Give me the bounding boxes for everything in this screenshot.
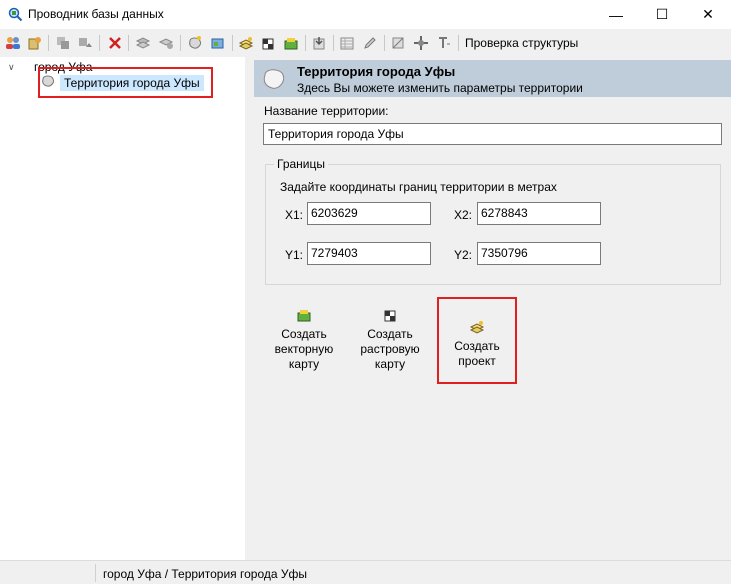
x2-input[interactable]: 6278843 — [477, 202, 601, 225]
highlight-box — [38, 67, 213, 98]
create-vector-map-button[interactable]: Создать векторную карту — [266, 307, 342, 372]
database-tree: ∨ город Уфа Территория города Уфы — [0, 57, 245, 560]
panel-title: Территория города Уфы — [297, 64, 456, 79]
delete-icon[interactable] — [106, 34, 124, 52]
grid-icon[interactable] — [389, 34, 407, 52]
highlight-box-project — [437, 297, 517, 384]
create-raster-map-line1: Создать — [367, 327, 413, 341]
project-icon[interactable] — [237, 34, 255, 52]
bounds-group: Границы Задайте координаты границ террит… — [265, 157, 721, 285]
y1-label: Y1: — [285, 248, 304, 262]
x1-input[interactable]: 6203629 — [307, 202, 431, 225]
import-icon[interactable] — [310, 34, 328, 52]
vector-map-icon — [296, 307, 312, 323]
create-vector-map-line3: карту — [288, 357, 320, 371]
y2-input[interactable]: 7350796 — [477, 242, 601, 265]
bounds-hint: Задайте координаты границ территории в м… — [280, 180, 557, 194]
text-tool-icon[interactable] — [435, 34, 453, 52]
create-vector-map-line1: Создать — [281, 327, 327, 341]
title-bar: Проводник базы данных — ☐ ✕ — [0, 0, 731, 29]
x2-label: X2: — [454, 208, 473, 222]
map-add-icon[interactable] — [209, 34, 227, 52]
copy-disabled-icon[interactable] — [54, 34, 72, 52]
users-icon[interactable] — [4, 34, 22, 52]
create-raster-map-button[interactable]: Создать растровую карту — [352, 307, 428, 372]
create-raster-map-line2: растровую — [360, 342, 420, 356]
panel-header: Территория города Уфы Здесь Вы можете из… — [254, 60, 731, 97]
y2-label: Y2: — [454, 248, 473, 262]
create-raster-map-line3: карту — [374, 357, 406, 371]
user-database-icon[interactable] — [26, 34, 44, 52]
territory-large-icon — [260, 65, 288, 93]
minimize-button[interactable]: — — [593, 0, 639, 29]
x1-label: X1: — [285, 208, 304, 222]
status-bar: город Уфа / Территория города Уфы — [0, 560, 731, 584]
layers-alt-icon[interactable] — [157, 34, 175, 52]
chevron-down-icon[interactable]: ∨ — [8, 62, 18, 73]
territory-panel: Территория города Уфы Здесь Вы можете из… — [246, 57, 731, 560]
window-title: Проводник базы данных — [28, 7, 164, 21]
move-disabled-icon[interactable] — [76, 34, 94, 52]
database-explorer-icon — [7, 6, 23, 22]
panel-subtitle: Здесь Вы можете изменить параметры терри… — [297, 81, 583, 95]
maximize-button[interactable]: ☐ — [639, 0, 685, 29]
y1-input[interactable]: 7279403 — [307, 242, 431, 265]
close-button[interactable]: ✕ — [685, 0, 731, 29]
check-structure-button[interactable]: Проверка структуры — [465, 36, 578, 50]
create-vector-map-line2: векторную — [274, 342, 334, 356]
layers-icon[interactable] — [134, 34, 152, 52]
tools-icon[interactable] — [412, 34, 430, 52]
raster-map-icon[interactable] — [259, 34, 277, 52]
bounds-legend: Границы — [274, 157, 328, 171]
territory-add-icon[interactable] — [186, 34, 204, 52]
territory-name-input[interactable]: Территория города Уфы — [263, 123, 722, 145]
edit-icon[interactable] — [361, 34, 379, 52]
vector-map-icon[interactable] — [282, 34, 300, 52]
territory-name-label: Название территории: — [264, 104, 389, 118]
raster-map-icon — [382, 307, 398, 323]
toolbar: Проверка структуры — [0, 29, 731, 57]
breadcrumb: город Уфа / Территория города Уфы — [103, 567, 308, 581]
table-icon[interactable] — [338, 34, 356, 52]
